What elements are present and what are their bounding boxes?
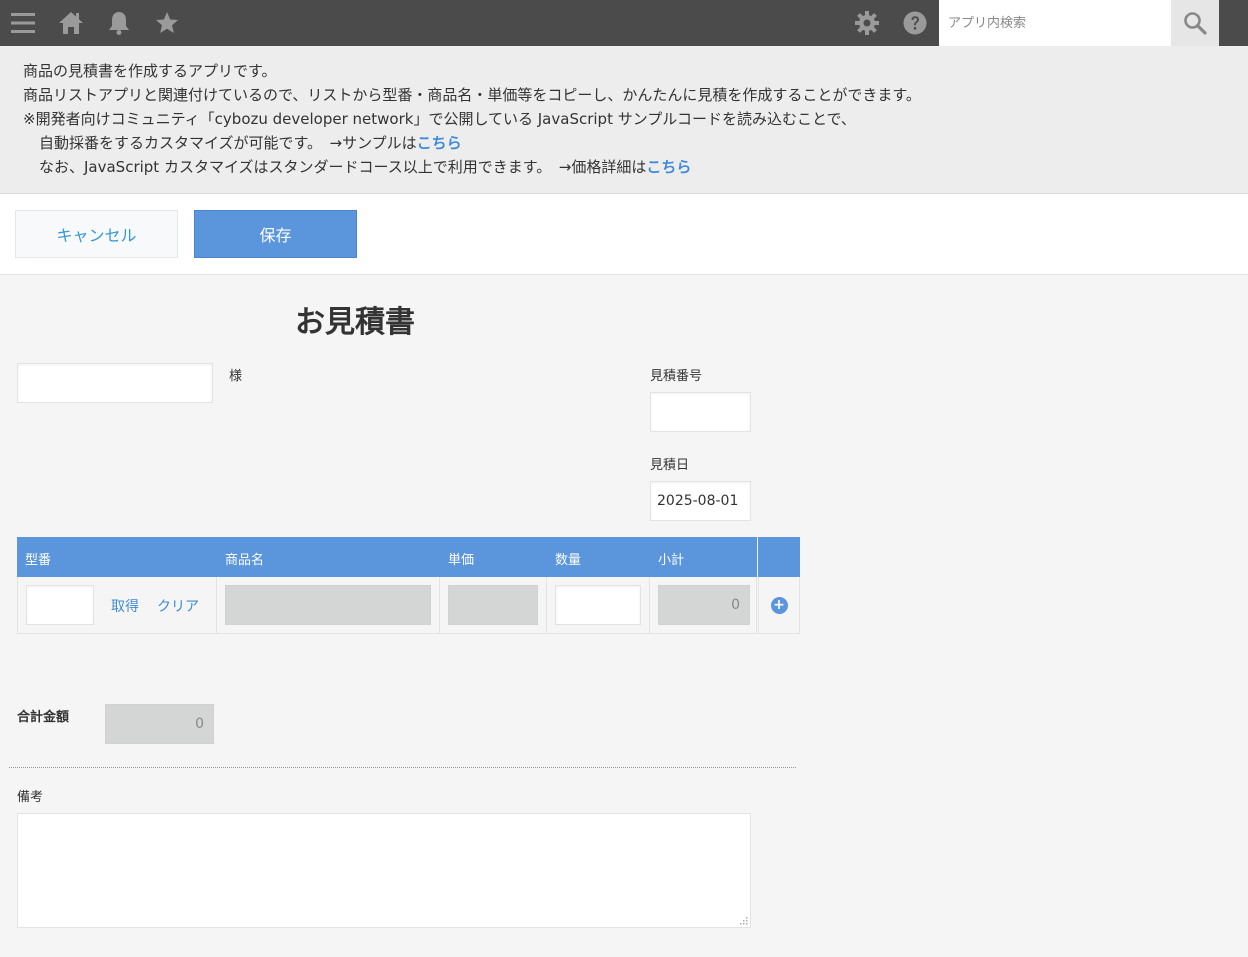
product-name-field [225, 585, 431, 625]
customer-suffix-label: 様 [229, 369, 243, 384]
column-divider [439, 577, 440, 633]
star-icon[interactable] [151, 7, 183, 39]
column-header-unit-price: 単価 [448, 553, 475, 568]
description-line: 商品の見積書を作成するアプリです。 [23, 62, 277, 80]
column-divider [546, 577, 547, 633]
description-line: ※開発者向けコミュニティ「cybozu developer network」で公… [23, 110, 856, 128]
global-header [0, 0, 1248, 46]
items-table-header-action [758, 537, 800, 577]
items-table-header: 型番 商品名 単価 数量 小計 [17, 537, 757, 577]
description-line: 商品リストアプリと関連付けているので、リストから型番・商品名・単価等をコピーし、… [23, 86, 921, 104]
app-description: 商品の見積書を作成するアプリです。 商品リストアプリと関連付けているので、リスト… [0, 46, 1248, 194]
gear-icon[interactable] [851, 7, 883, 39]
column-header-model: 型番 [25, 553, 52, 568]
app-search-input[interactable] [939, 0, 1171, 46]
column-divider [649, 577, 650, 633]
pricing-link[interactable]: こちら [646, 158, 691, 176]
total-amount-field: 0 [105, 704, 214, 744]
description-line: なお、JavaScript カスタマイズはスタンダードコース以上で利用できます。… [23, 155, 1248, 179]
remarks-textarea[interactable] [17, 813, 751, 928]
column-header-product-name: 商品名 [225, 553, 265, 568]
column-header-subtotal: 小計 [658, 553, 685, 568]
model-number-input[interactable] [26, 585, 94, 625]
bell-icon[interactable] [103, 7, 135, 39]
quote-number-label: 見積番号 [650, 369, 703, 384]
cancel-button[interactable]: キャンセル [15, 210, 178, 258]
customer-name-input[interactable] [17, 363, 213, 403]
record-toolbar: キャンセル 保存 [0, 194, 1248, 275]
add-row-button[interactable]: + [770, 596, 788, 614]
search-button[interactable] [1171, 0, 1219, 46]
quantity-input[interactable] [555, 585, 641, 625]
clear-link[interactable]: クリア [157, 596, 199, 616]
row-actions: + [758, 577, 800, 634]
search-icon [1182, 10, 1208, 36]
resize-grip-icon[interactable] [738, 915, 748, 925]
home-icon[interactable] [55, 7, 87, 39]
help-icon[interactable] [899, 7, 931, 39]
quote-date-label: 見積日 [650, 458, 690, 473]
quote-number-input[interactable] [650, 392, 751, 432]
remarks-label: 備考 [17, 790, 44, 805]
column-header-quantity: 数量 [555, 553, 582, 568]
section-divider [9, 767, 796, 768]
quote-date-input[interactable] [650, 481, 751, 521]
fetch-link[interactable]: 取得 [111, 596, 139, 616]
unit-price-field [448, 585, 538, 625]
column-divider [216, 577, 217, 633]
plus-icon: + [773, 596, 785, 613]
description-text: なお、JavaScript カスタマイズはスタンダードコース以上で利用できます。… [39, 158, 647, 176]
description-text: 自動採番をするカスタマイズが可能です。 →サンプルは [39, 134, 417, 152]
total-amount-label: 合計金額 [17, 710, 70, 725]
save-button[interactable]: 保存 [194, 210, 357, 258]
form-title: お見積書 [295, 305, 415, 340]
menu-icon[interactable] [7, 7, 39, 39]
description-line: 自動採番をするカスタマイズが可能です。 →サンプルはこちら [23, 131, 1248, 155]
sample-link[interactable]: こちら [417, 134, 462, 152]
subtotal-field: 0 [658, 585, 750, 625]
